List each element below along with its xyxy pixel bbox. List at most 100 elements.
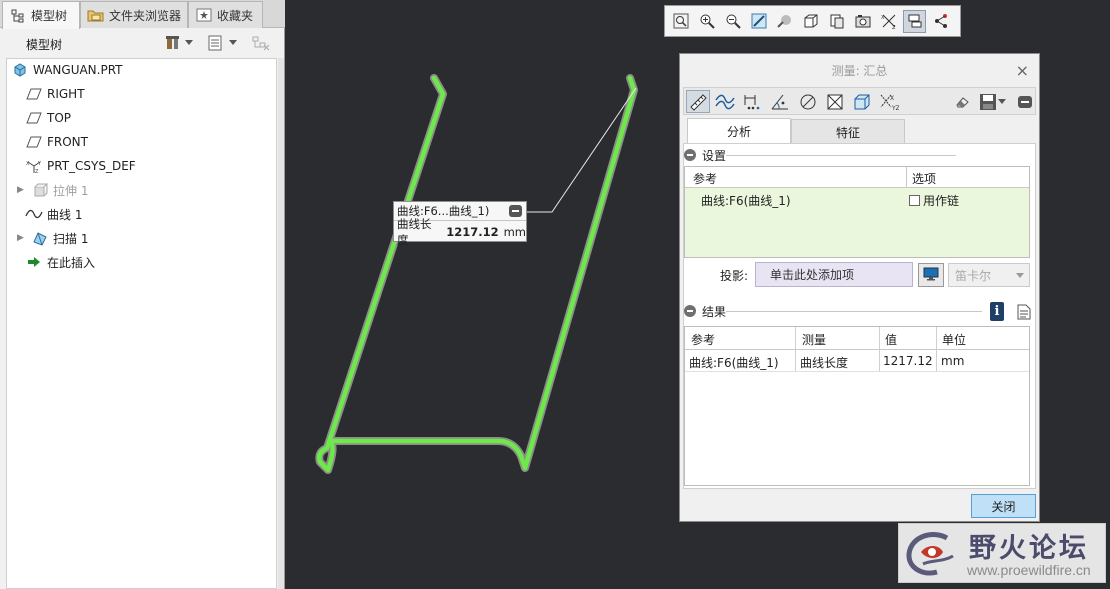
tree-item-insert-here[interactable]: 在此插入 — [25, 251, 95, 273]
use-chain-label: 用作链 — [923, 194, 960, 208]
column-divider — [906, 167, 907, 188]
part-icon — [11, 62, 29, 78]
left-tab-bar: 模型树 文件夹浏览器 收藏夹 — [0, 0, 285, 29]
chevron-down-icon[interactable] — [228, 34, 238, 52]
area-icon[interactable] — [823, 90, 847, 113]
svg-text:X: X — [881, 15, 885, 21]
datum-plane-icon — [25, 134, 43, 150]
transform-icon[interactable]: X YZ — [877, 90, 901, 113]
tree-item-label: TOP — [47, 111, 72, 125]
tab-folder-browser[interactable]: 文件夹浏览器 — [80, 1, 188, 28]
tree-item-curve[interactable]: 曲线 1 — [25, 203, 82, 225]
settings-section-header[interactable]: 设置 — [684, 146, 726, 164]
refit-icon[interactable] — [669, 10, 692, 33]
tab-model-tree[interactable]: 模型树 — [2, 1, 80, 29]
table-row[interactable]: 曲线:F6(曲线_1) 曲线长度 1217.12 mm — [685, 350, 1029, 372]
tree-item-extrude[interactable]: ▶ 拉伸 1 — [7, 179, 88, 201]
tab-label: 文件夹浏览器 — [109, 8, 182, 23]
display-style-icon[interactable] — [799, 10, 822, 33]
use-chain-option[interactable]: 用作链 — [909, 192, 959, 209]
tab-analysis[interactable]: 分析 — [687, 118, 791, 144]
tree-item-sweep[interactable]: ▶ 扫描 1 — [7, 227, 88, 249]
eraser-icon[interactable] — [950, 90, 974, 113]
svg-text:X: X — [890, 95, 894, 102]
insert-arrow-icon — [25, 254, 43, 270]
expand-arrow-icon[interactable]: ▶ — [17, 233, 27, 243]
info-icon[interactable]: i — [990, 302, 1004, 321]
length-ruler-icon[interactable] — [686, 90, 710, 113]
zoom-in-icon[interactable] — [695, 10, 718, 33]
distance-icon[interactable] — [740, 90, 764, 113]
show-list-icon[interactable] — [206, 34, 224, 52]
shading-icon[interactable] — [773, 10, 796, 33]
report-icon[interactable] — [1017, 304, 1031, 323]
annotation-display-icon[interactable] — [903, 9, 926, 33]
result-measure-cell: 曲线长度 — [800, 356, 849, 370]
repaint-icon[interactable] — [747, 10, 770, 33]
tree-item-csys[interactable]: X YZ PRT_CSYS_DEF — [25, 155, 136, 177]
tree-item-root[interactable]: WANGUAN.PRT — [7, 59, 123, 81]
dialog-title: 测量: 汇总 — [831, 63, 888, 78]
model-tree: WANGUAN.PRT RIGHT TOP FRONT X YZ PRT_CSYS… — [6, 58, 277, 589]
close-icon[interactable]: × — [1016, 61, 1029, 80]
tree-item-label: 曲线 1 — [47, 207, 83, 222]
collapse-panel-icon[interactable] — [1017, 90, 1033, 113]
expand-arrow-icon[interactable]: ▶ — [17, 185, 27, 195]
zoom-out-icon[interactable] — [721, 10, 744, 33]
tab-favorites[interactable]: 收藏夹 — [188, 1, 263, 28]
tab-label: 收藏夹 — [217, 8, 254, 23]
star-icon — [195, 7, 213, 23]
projection-view-button[interactable] — [918, 263, 944, 287]
col-header-value: 值 — [885, 333, 898, 347]
datum-display-icon[interactable]: XZ — [877, 10, 900, 33]
result-reference-cell: 曲线:F6(曲线_1) — [689, 356, 779, 370]
measure-callout[interactable]: 曲线:F6...曲线_1) 曲线长度 1217.12 mm — [393, 201, 527, 247]
settings-header-label: 设置 — [702, 148, 727, 163]
forum-logo-icon — [903, 530, 959, 580]
collapse-icon[interactable] — [684, 149, 696, 161]
use-chain-checkbox[interactable] — [909, 195, 920, 206]
settings-hammer-icon[interactable] — [164, 34, 182, 52]
svg-text:YZ: YZ — [891, 105, 899, 111]
tree-item-label: FRONT — [47, 135, 88, 149]
tree-item-top[interactable]: TOP — [25, 107, 71, 129]
results-header-label: 结果 — [702, 304, 727, 319]
spin-center-icon[interactable] — [929, 10, 952, 33]
result-unit-cell: mm — [941, 354, 965, 368]
col-header-reference: 参考 — [691, 333, 716, 347]
measure-dialog: 测量: 汇总 × X YZ 分析 特征 设置 参考 选项 曲线:F6(曲线_1) — [679, 53, 1040, 522]
svg-text:X: X — [26, 161, 30, 167]
sweep-icon — [31, 230, 49, 246]
view-manager-icon[interactable] — [851, 10, 874, 33]
folder-icon — [87, 7, 105, 23]
angle-icon[interactable] — [768, 90, 792, 113]
volume-icon[interactable] — [850, 90, 874, 113]
projection-collector[interactable]: 单击此处添加项 — [755, 262, 913, 287]
view-toolbar: XZ — [664, 5, 961, 37]
chevron-down-icon — [1016, 273, 1024, 278]
table-row[interactable]: 曲线:F6(曲线_1) 用作链 — [685, 189, 1029, 209]
watermark: 野火论坛 www.proewildfire.cn — [898, 523, 1106, 583]
tree-item-front[interactable]: FRONT — [25, 131, 88, 153]
tree-toolbar: 模型树 — [0, 28, 285, 58]
tree-scrollbar[interactable] — [278, 58, 284, 589]
diameter-icon[interactable] — [796, 90, 820, 113]
watermark-title: 野火论坛 — [969, 533, 1089, 564]
chevron-down-icon[interactable] — [184, 34, 194, 52]
tree-item-right[interactable]: RIGHT — [25, 83, 85, 105]
minimize-icon[interactable] — [509, 205, 522, 217]
chevron-down-icon[interactable] — [997, 90, 1007, 113]
close-button[interactable]: 关闭 — [971, 494, 1036, 518]
collapse-icon[interactable] — [684, 305, 696, 317]
measure-toolbar: X YZ — [683, 87, 1036, 115]
col-header-options: 选项 — [912, 172, 937, 186]
tab-feature[interactable]: 特征 — [791, 119, 905, 144]
curve-length-icon[interactable] — [713, 90, 737, 113]
saved-views-icon[interactable] — [825, 10, 848, 33]
reference-cell: 曲线:F6(曲线_1) — [701, 194, 791, 208]
results-section-header[interactable]: 结果 — [684, 302, 726, 320]
coordinate-system-select[interactable]: 笛卡尔 — [948, 263, 1030, 287]
tree-item-label: 扫描 1 — [53, 231, 89, 246]
filter-icon[interactable] — [252, 34, 270, 52]
tree-icon — [9, 8, 27, 24]
